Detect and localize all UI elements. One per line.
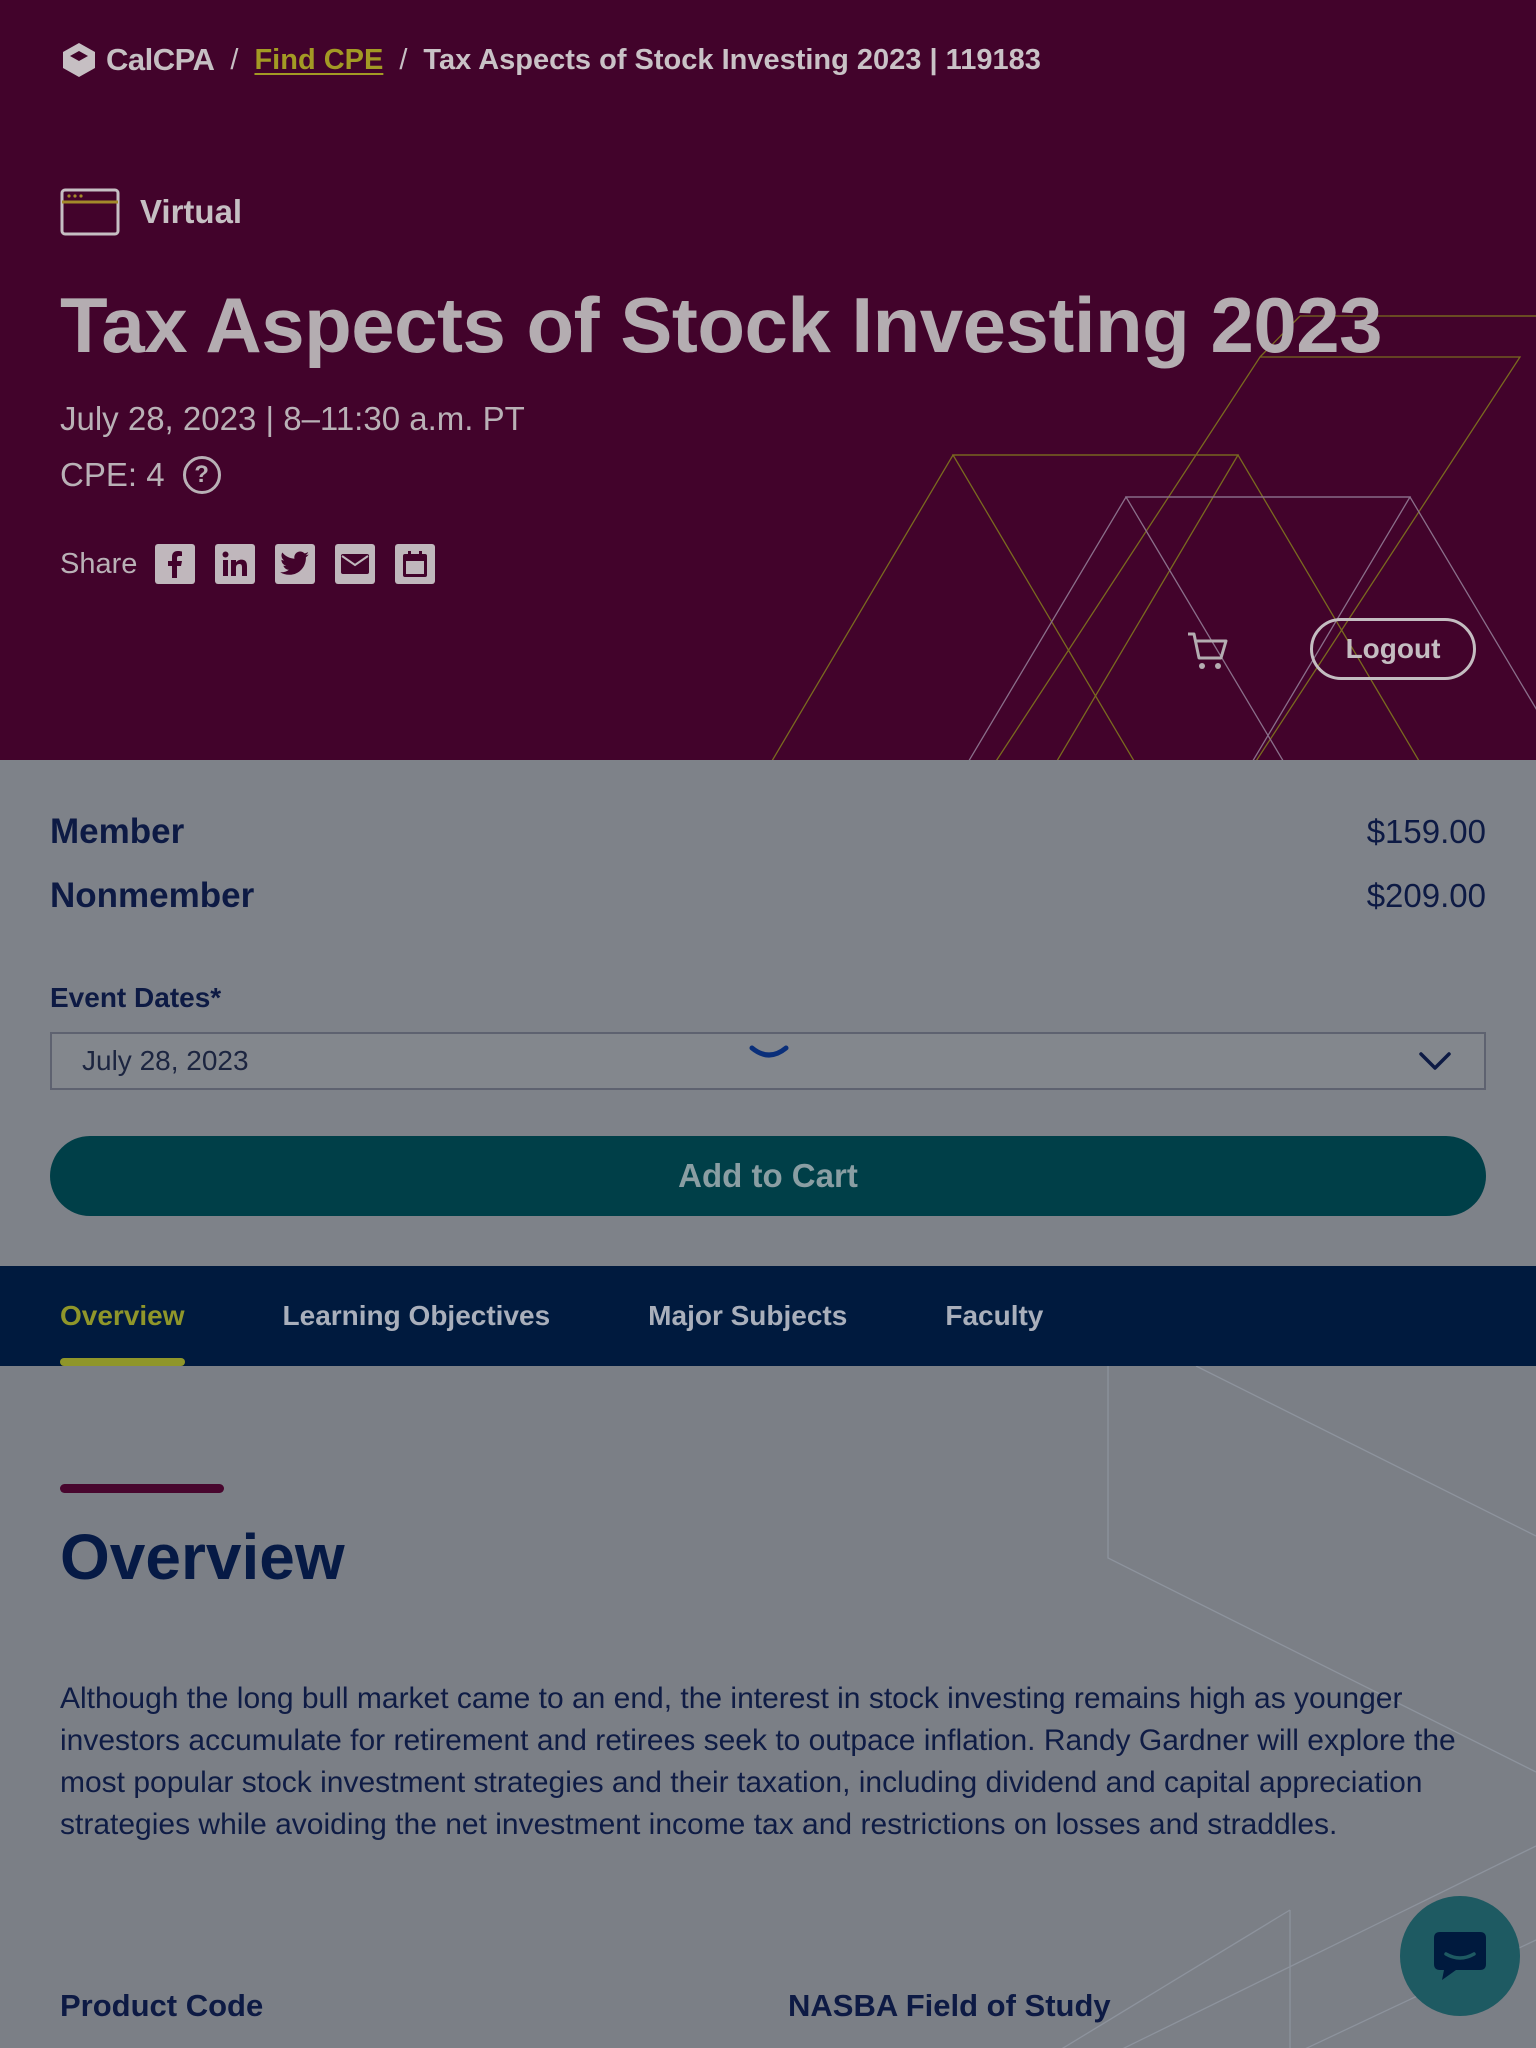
overview-description: Although the long bull market came to an… — [60, 1682, 1456, 1841]
calcpa-logo[interactable]: CalCPA — [60, 41, 215, 79]
chat-button[interactable] — [1400, 1896, 1520, 2016]
event-datetime: July 28, 2023 | 8–11:30 a.m. PT — [60, 400, 525, 437]
section-tabs: Overview Learning Objectives Major Subje… — [0, 1266, 1536, 1366]
shopping-cart-icon[interactable] — [1186, 628, 1230, 672]
purchase-panel: Member $159.00 Nonmember $209.00 Event D… — [0, 760, 1536, 1266]
event-format: Virtual — [60, 188, 242, 236]
event-hero: CalCPA / Find CPE / Tax Aspects of Stock… — [0, 0, 1536, 760]
linkedin-icon[interactable] — [215, 544, 256, 584]
logo-text: CalCPA — [106, 42, 215, 77]
nasba-field-label: NASBA Field of Study — [788, 1988, 1111, 2023]
share-label: Share — [60, 547, 138, 580]
member-label: Member — [50, 812, 185, 851]
overview-heading: Overview — [60, 1521, 345, 1593]
chat-bubble-icon — [1434, 1932, 1486, 1980]
overview-section: Overview Although the long bull market c… — [0, 1366, 1536, 2048]
event-format-label: Virtual — [140, 193, 243, 230]
nonmember-label: Nonmember — [50, 876, 255, 915]
share-bar: Share — [60, 544, 436, 584]
member-price: $159.00 — [1366, 813, 1486, 850]
tab-learning-objectives[interactable]: Learning Objectives — [283, 1266, 551, 1366]
browser-window-icon — [60, 188, 120, 236]
calcpa-logo-icon — [63, 43, 95, 77]
nonmember-price: $209.00 — [1366, 877, 1486, 914]
chevron-down-icon — [1419, 1052, 1451, 1070]
logout-button[interactable]: Logout — [1310, 618, 1476, 680]
loading-spinner-icon — [749, 1045, 789, 1058]
breadcrumb: CalCPA / Find CPE / Tax Aspects of Stock… — [60, 38, 1041, 82]
breadcrumb-separator: / — [399, 43, 408, 76]
member-price-row: Member $159.00 — [50, 812, 1486, 852]
event-dates-label: Event Dates* — [50, 982, 222, 1013]
add-to-cart-button[interactable]: Add to Cart — [50, 1136, 1486, 1216]
event-title: Tax Aspects of Stock Investing 2023 — [60, 281, 1382, 369]
twitter-icon[interactable] — [275, 544, 316, 584]
breadcrumb-find-cpe-link[interactable]: Find CPE — [254, 44, 383, 77]
nonmember-price-row: Nonmember $209.00 — [50, 876, 1486, 916]
cpe-value: CPE: 4 — [60, 456, 165, 493]
tab-faculty[interactable]: Faculty — [945, 1266, 1043, 1366]
calendar-icon[interactable] — [395, 544, 436, 584]
breadcrumb-current: Tax Aspects of Stock Investing 2023 | 11… — [423, 43, 1041, 76]
tab-overview[interactable]: Overview — [60, 1266, 185, 1366]
tab-major-subjects[interactable]: Major Subjects — [648, 1266, 847, 1366]
product-code-label: Product Code — [60, 1988, 264, 2023]
facebook-icon[interactable] — [155, 544, 196, 584]
section-accent-bar — [60, 1484, 224, 1493]
cpe-credits: CPE: 4 ? — [60, 456, 221, 494]
event-dates-selected: July 28, 2023 — [82, 1045, 249, 1076]
question-icon[interactable]: ? — [182, 456, 221, 494]
decorative-lines — [771, 315, 1536, 760]
email-icon[interactable] — [335, 544, 376, 584]
breadcrumb-separator: / — [230, 43, 239, 76]
